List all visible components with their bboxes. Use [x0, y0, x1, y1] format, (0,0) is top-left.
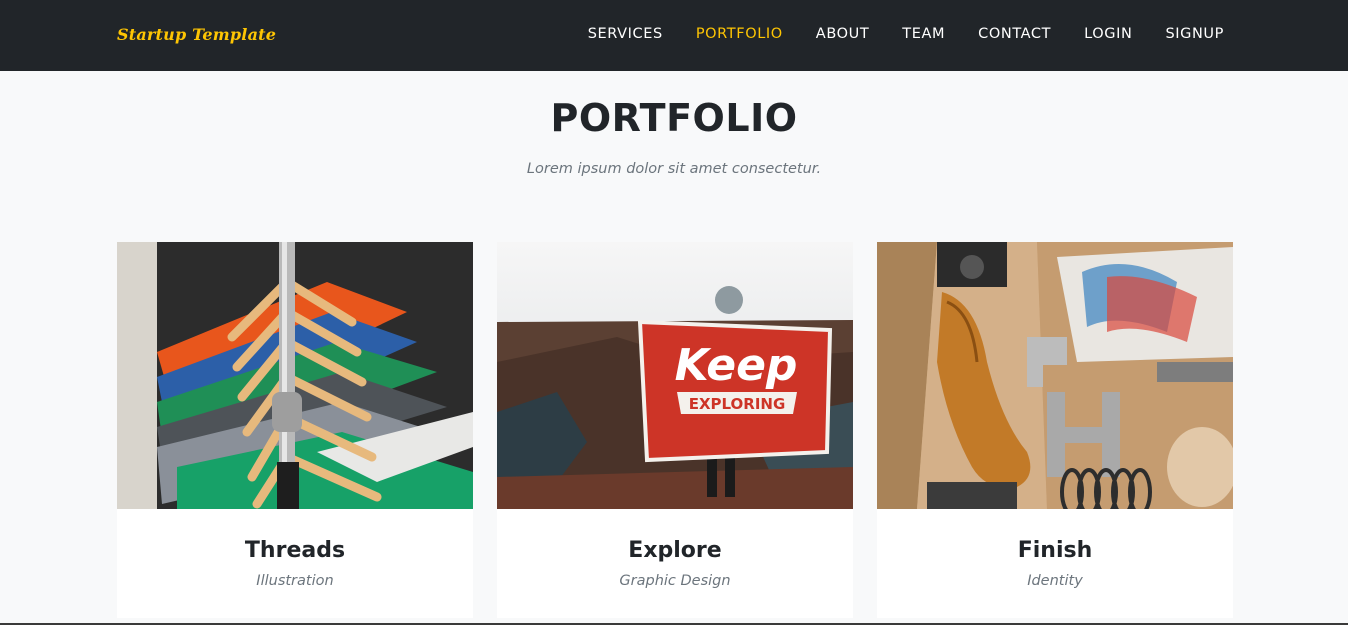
portfolio-item-title: Explore	[628, 538, 722, 563]
nav-link-services[interactable]: SERVICES	[588, 26, 663, 42]
navbar: Startup Template SERVICES PORTFOLIO ABOU…	[0, 0, 1348, 71]
nav-link-about[interactable]: ABOUT	[816, 26, 870, 42]
main-nav: SERVICES PORTFOLIO ABOUT TEAM CONTACT LO…	[588, 26, 1224, 42]
portfolio-item-category: Identity	[1027, 573, 1083, 589]
portfolio-item-finish[interactable]: Finish Identity	[877, 242, 1233, 618]
portfolio-item-title: Threads	[244, 538, 346, 563]
nav-link-portfolio[interactable]: PORTFOLIO	[696, 26, 783, 42]
portfolio-item-category: Illustration	[256, 573, 334, 589]
portfolio-item-title: Finish	[1017, 538, 1093, 563]
clothes-rack-image[interactable]	[117, 242, 473, 509]
section-subtitle: Lorem ipsum dolor sit amet consectetur.	[526, 161, 822, 177]
nav-link-login[interactable]: LOGIN	[1084, 26, 1132, 42]
nav-link-signup[interactable]: SIGNUP	[1165, 26, 1224, 42]
keep-exploring-flag-image[interactable]: Keep EXPLORING	[497, 242, 853, 509]
portfolio-item-explore[interactable]: Keep EXPLORING Explore Graphic Design	[497, 242, 853, 618]
flag-keep-text: Keep	[675, 340, 798, 391]
portfolio-item-category: Graphic Design	[619, 573, 731, 589]
section-title: PORTFOLIO	[550, 96, 798, 140]
portfolio-item-threads[interactable]: Threads Illustration	[117, 242, 473, 618]
nav-link-team[interactable]: TEAM	[902, 26, 945, 42]
flag-exploring-text: EXPLORING	[689, 395, 786, 413]
workshop-letters-image[interactable]	[877, 242, 1233, 509]
nav-link-contact[interactable]: CONTACT	[978, 26, 1051, 42]
brand-logo[interactable]: Startup Template	[117, 25, 276, 44]
